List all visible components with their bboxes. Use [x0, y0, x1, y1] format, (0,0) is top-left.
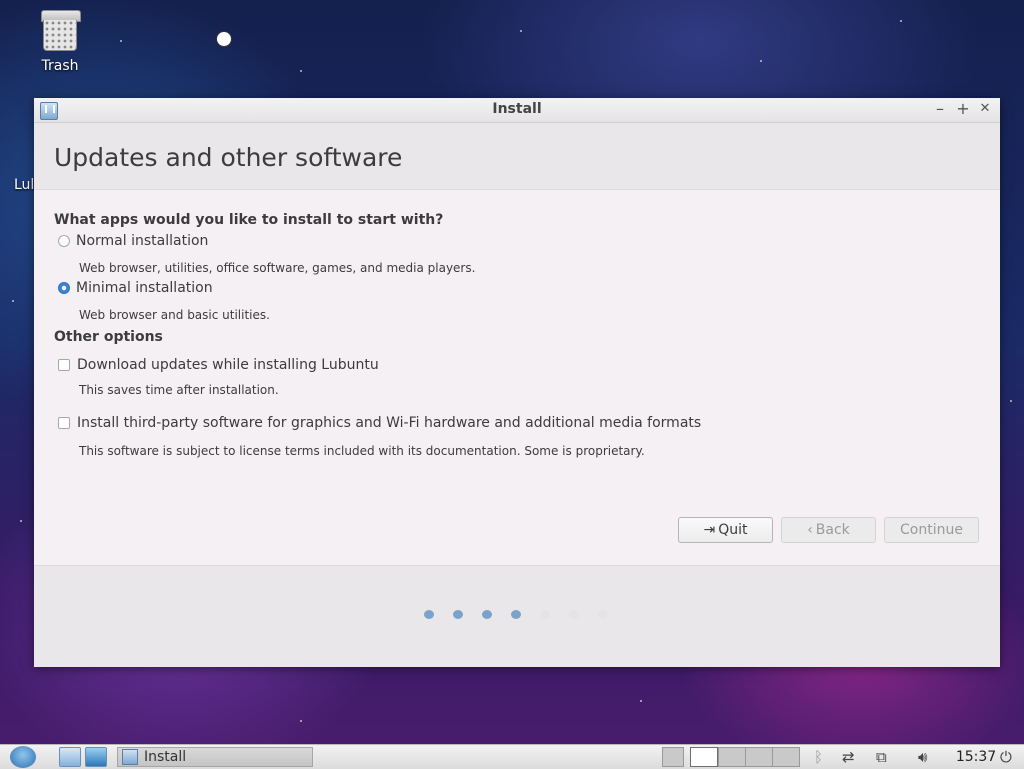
- page-title: Updates and other software: [54, 143, 403, 172]
- step-progress: [424, 610, 627, 619]
- page-header: Updates and other software: [34, 123, 1000, 190]
- taskbar: Install ᛒ ⇄ ⧉ 🔊︎ 15:37 ⏻: [0, 744, 1024, 769]
- step-dot-done: [424, 610, 434, 619]
- install-window: Install – + ✕ Updates and other software…: [34, 98, 1000, 667]
- checkbox-icon[interactable]: [58, 359, 70, 371]
- back-button[interactable]: ‹ Back: [781, 517, 876, 543]
- trash-label: Trash: [41, 58, 79, 74]
- checkbox-icon[interactable]: [58, 417, 70, 429]
- step-dot-pending: [540, 610, 550, 619]
- step-dot-done: [482, 610, 492, 619]
- browser-icon[interactable]: [85, 747, 107, 767]
- radio-unselected-icon[interactable]: [58, 235, 70, 247]
- maximize-button[interactable]: +: [954, 99, 972, 118]
- quit-button[interactable]: ⇥ Quit: [678, 517, 773, 543]
- step-dot-done: [511, 610, 521, 619]
- network-icon[interactable]: ⇄: [842, 747, 855, 767]
- lubuntu-desktop-label[interactable]: Lul: [14, 177, 34, 193]
- minimal-installation-label: Minimal installation: [76, 280, 213, 296]
- close-button[interactable]: ✕: [976, 101, 994, 116]
- third-party-software-checkbox[interactable]: Install third-party software for graphic…: [58, 415, 701, 431]
- download-updates-description: This saves time after installation.: [79, 383, 279, 397]
- clock[interactable]: 15:37: [956, 747, 996, 767]
- window-title: Install: [492, 101, 542, 117]
- download-updates-label: Download updates while installing Lubunt…: [77, 357, 379, 373]
- normal-installation-description: Web browser, utilities, office software,…: [79, 261, 476, 275]
- installer-icon: [122, 749, 138, 765]
- desktop-pager-2[interactable]: [718, 747, 746, 767]
- desktop-pager-4[interactable]: [772, 747, 800, 767]
- quit-button-label: Quit: [718, 522, 748, 538]
- mouse-cursor-icon: [216, 31, 232, 47]
- step-dot-done: [453, 610, 463, 619]
- desktop-pager-3[interactable]: [745, 747, 773, 767]
- install-question-heading: What apps would you like to install to s…: [54, 212, 444, 228]
- radio-selected-icon[interactable]: [58, 282, 70, 294]
- display-icon[interactable]: ⧉: [876, 747, 887, 767]
- normal-installation-radio[interactable]: Normal installation: [58, 233, 208, 249]
- quit-icon: ⇥: [703, 522, 716, 538]
- show-desktop-icon[interactable]: [662, 747, 684, 767]
- step-dot-pending: [569, 610, 579, 619]
- trash-desktop-icon[interactable]: Trash: [32, 10, 88, 74]
- download-updates-checkbox[interactable]: Download updates while installing Lubunt…: [58, 357, 379, 373]
- menu-icon[interactable]: [10, 746, 36, 768]
- continue-button-label: Continue: [900, 522, 963, 538]
- taskbar-install-task[interactable]: Install: [117, 747, 313, 767]
- minimize-button[interactable]: –: [931, 99, 949, 118]
- desktop-pager-1[interactable]: [690, 747, 718, 767]
- volume-icon[interactable]: 🔊︎: [918, 747, 927, 767]
- third-party-software-description: This software is subject to license term…: [79, 444, 645, 458]
- minimal-installation-radio[interactable]: Minimal installation: [58, 280, 213, 296]
- third-party-software-label: Install third-party software for graphic…: [77, 415, 702, 431]
- step-dot-pending: [598, 610, 608, 619]
- continue-button[interactable]: Continue: [884, 517, 979, 543]
- taskbar-task-label: Install: [144, 749, 187, 765]
- window-titlebar[interactable]: Install – + ✕: [34, 98, 1000, 123]
- file-manager-icon[interactable]: [59, 747, 81, 767]
- back-button-label: Back: [815, 522, 850, 538]
- bluetooth-icon[interactable]: ᛒ: [814, 747, 823, 767]
- chevron-left-icon: ‹: [807, 522, 813, 538]
- power-icon[interactable]: ⏻: [1000, 747, 1012, 767]
- minimal-installation-description: Web browser and basic utilities.: [79, 308, 270, 322]
- other-options-heading: Other options: [54, 329, 163, 345]
- trash-icon: [41, 10, 81, 52]
- progress-footer: [34, 565, 1000, 667]
- main-content: What apps would you like to install to s…: [34, 189, 1000, 565]
- normal-installation-label: Normal installation: [76, 233, 209, 249]
